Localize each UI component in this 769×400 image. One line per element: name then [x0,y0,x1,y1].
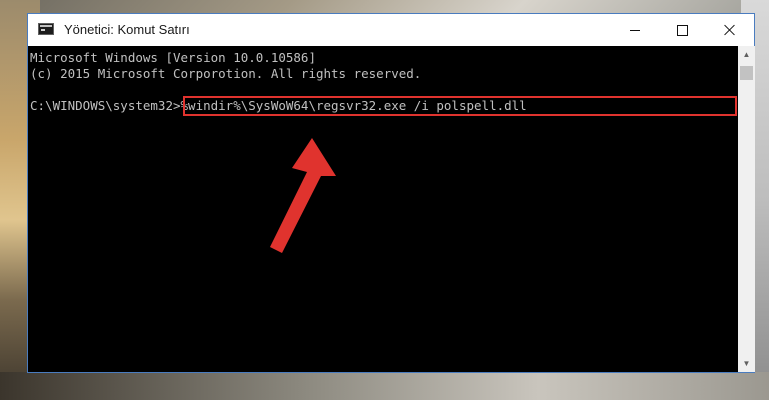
minimize-button[interactable] [612,14,658,46]
command-prompt-window: Yönetici: Komut Satırı Microsoft Windows… [27,13,755,373]
minimize-icon [630,29,640,31]
close-button[interactable] [707,14,753,46]
scroll-up-arrow-icon[interactable]: ▲ [738,46,755,63]
maximize-icon [676,24,688,36]
background-bottom-photo [0,372,769,400]
maximize-button[interactable] [659,14,705,46]
red-arrow-pointing-up [270,138,336,253]
vertical-scrollbar[interactable]: ▲ ▼ [738,46,755,372]
cmd-icon[interactable] [38,23,54,35]
title-bar[interactable]: Yönetici: Komut Satırı [28,14,754,46]
scroll-thumb[interactable] [740,66,753,80]
command-highlight-box [183,96,737,116]
console-line: Microsoft Windows [Version 10.0.10586] [30,50,316,65]
console-line: (c) 2015 Microsoft Corporotion. All righ… [30,66,422,81]
console-output[interactable]: Microsoft Windows [Version 10.0.10586] (… [28,46,738,372]
close-icon [724,24,736,36]
window-title: Yönetici: Komut Satırı [64,22,190,37]
scroll-down-arrow-icon[interactable]: ▼ [738,355,755,372]
